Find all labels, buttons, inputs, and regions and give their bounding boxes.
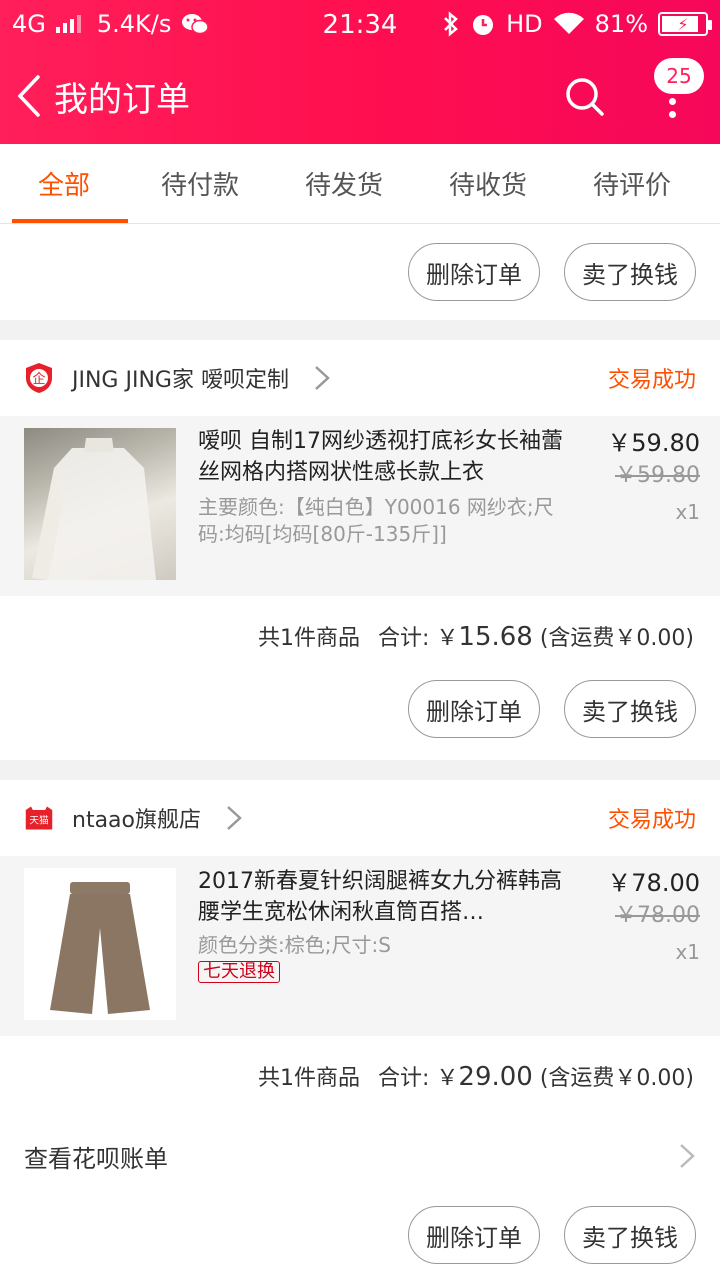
tab-pending-review[interactable]: 待评价	[560, 144, 704, 223]
order-tabs: 全部 待付款 待发货 待收货 待评价	[0, 144, 720, 224]
huabei-bill-link[interactable]: 查看花呗账单	[0, 1116, 720, 1196]
quantity: x1	[675, 940, 700, 964]
tab-pending-receipt[interactable]: 待收货	[416, 144, 560, 223]
product-sku: 颜色分类:棕色;尺寸:S	[198, 933, 391, 957]
message-count-badge: 25	[654, 58, 704, 94]
product-title: 2017新春夏针织阔腿裤女九分裤韩高腰学生宽松休闲秋直筒百搭…	[198, 869, 562, 925]
enterprise-shop-icon: 企	[24, 363, 54, 393]
shop-name: JING JING家 嗳呗定制	[72, 368, 289, 393]
order-item[interactable]: 2017新春夏针织阔腿裤女九分裤韩高腰学生宽松休闲秋直筒百搭… 颜色分类:棕色;…	[0, 856, 720, 1036]
blouse-illustration	[32, 438, 156, 580]
chevron-right-icon	[227, 806, 242, 830]
chevron-right-icon	[315, 366, 330, 390]
delete-order-button[interactable]: 删除订单	[408, 1206, 540, 1264]
order-summary: 共1件商品 合计: ￥29.00 (含运费￥0.00)	[0, 1036, 720, 1116]
product-price: ￥78.00	[607, 869, 700, 897]
alarm-icon	[473, 15, 494, 35]
tab-label: 待付款	[160, 171, 239, 201]
more-dot-icon	[668, 98, 676, 105]
return-policy-badge: 七天退换	[198, 961, 280, 983]
tab-label: 全部	[37, 171, 90, 201]
shipping-fee: (含运费￥0.00)	[539, 1066, 694, 1091]
net-speed: 5.4K/s	[96, 10, 172, 38]
product-image	[24, 868, 176, 1020]
shop-logo-text: 企	[32, 371, 45, 387]
order-item[interactable]: 嗳呗 自制17网纱透视打底衫女长袖蕾丝网格内搭网状性感长款上衣 主要颜色:【纯白…	[0, 416, 720, 596]
original-price: ￥59.80	[615, 463, 700, 488]
quantity: x1	[675, 500, 700, 524]
order-actions: 删除订单 卖了换钱	[0, 1196, 720, 1280]
bluetooth-icon	[444, 11, 458, 37]
pants-illustration	[50, 882, 150, 1014]
total-label: 合计: ￥	[378, 1066, 459, 1091]
more-dot-icon	[668, 111, 676, 118]
shop-name: ntaao旗舰店	[72, 808, 201, 833]
delete-order-button[interactable]: 删除订单	[408, 680, 540, 738]
order-total: 15.68	[458, 622, 533, 652]
wechat-icon	[182, 14, 210, 35]
order-summary: 共1件商品 合计: ￥15.68 (含运费￥0.00)	[0, 596, 720, 676]
product-sku: 主要颜色:【纯白色】Y00016 网纱衣;尺码:均码[均码[80斤-135斤]]	[198, 495, 554, 546]
shop-row[interactable]: 企 JING JING家 嗳呗定制 交易成功	[0, 340, 720, 416]
sell-button[interactable]: 卖了换钱	[564, 680, 696, 738]
delete-order-button[interactable]: 删除订单	[408, 243, 540, 301]
hd-indicator: HD	[506, 10, 543, 38]
order-status: 交易成功	[607, 808, 696, 833]
divider	[0, 320, 720, 340]
shop-logo-text: 天猫	[29, 813, 49, 826]
search-icon	[566, 78, 604, 116]
divider	[0, 760, 720, 780]
back-button[interactable]	[6, 48, 52, 144]
tab-label: 待收货	[448, 171, 527, 201]
battery-percent: 81%	[594, 10, 648, 38]
order-total: 29.00	[458, 1062, 533, 1092]
huabei-bill-label: 查看花呗账单	[24, 1144, 168, 1173]
product-title: 嗳呗 自制17网纱透视打底衫女长袖蕾丝网格内搭网状性感长款上衣	[198, 429, 563, 485]
tab-pending-payment[interactable]: 待付款	[128, 144, 272, 223]
status-bar: 4G 5.4K/s HD 81% ⚡	[0, 0, 720, 48]
signal-icon	[55, 15, 81, 33]
product-price: ￥59.80	[607, 429, 700, 457]
back-arrow-icon	[17, 75, 40, 117]
tab-all[interactable]: 全部	[0, 144, 128, 223]
search-button[interactable]	[560, 72, 608, 120]
product-image	[24, 428, 176, 580]
order-status: 交易成功	[607, 368, 696, 393]
page-title: 我的订单	[54, 79, 190, 120]
tab-label: 待发货	[304, 171, 383, 201]
tmall-shop-icon: 天猫	[24, 803, 54, 833]
app-header: 我的订单 25	[0, 48, 720, 144]
sell-button[interactable]: 卖了换钱	[564, 243, 696, 301]
tab-pending-shipment[interactable]: 待发货	[272, 144, 416, 223]
network-type: 4G	[12, 10, 46, 38]
total-label: 合计: ￥	[378, 626, 459, 651]
order-actions: 删除订单 卖了换钱	[0, 676, 720, 760]
top-bar: 4G 5.4K/s HD 81% ⚡ 21:34 我的订单 25	[0, 0, 720, 144]
shop-row[interactable]: 天猫 ntaao旗舰店 交易成功	[0, 780, 720, 856]
chevron-right-icon	[680, 1144, 695, 1168]
order-actions: 删除订单 卖了换钱	[0, 224, 720, 320]
battery-icon: ⚡	[658, 12, 712, 36]
original-price: ￥78.00	[615, 903, 700, 928]
item-count: 共1件商品	[258, 626, 360, 651]
shipping-fee: (含运费￥0.00)	[539, 626, 694, 651]
wifi-icon	[553, 12, 584, 35]
tab-label: 待评价	[592, 171, 671, 201]
sell-button[interactable]: 卖了换钱	[564, 1206, 696, 1264]
item-count: 共1件商品	[258, 1066, 360, 1091]
